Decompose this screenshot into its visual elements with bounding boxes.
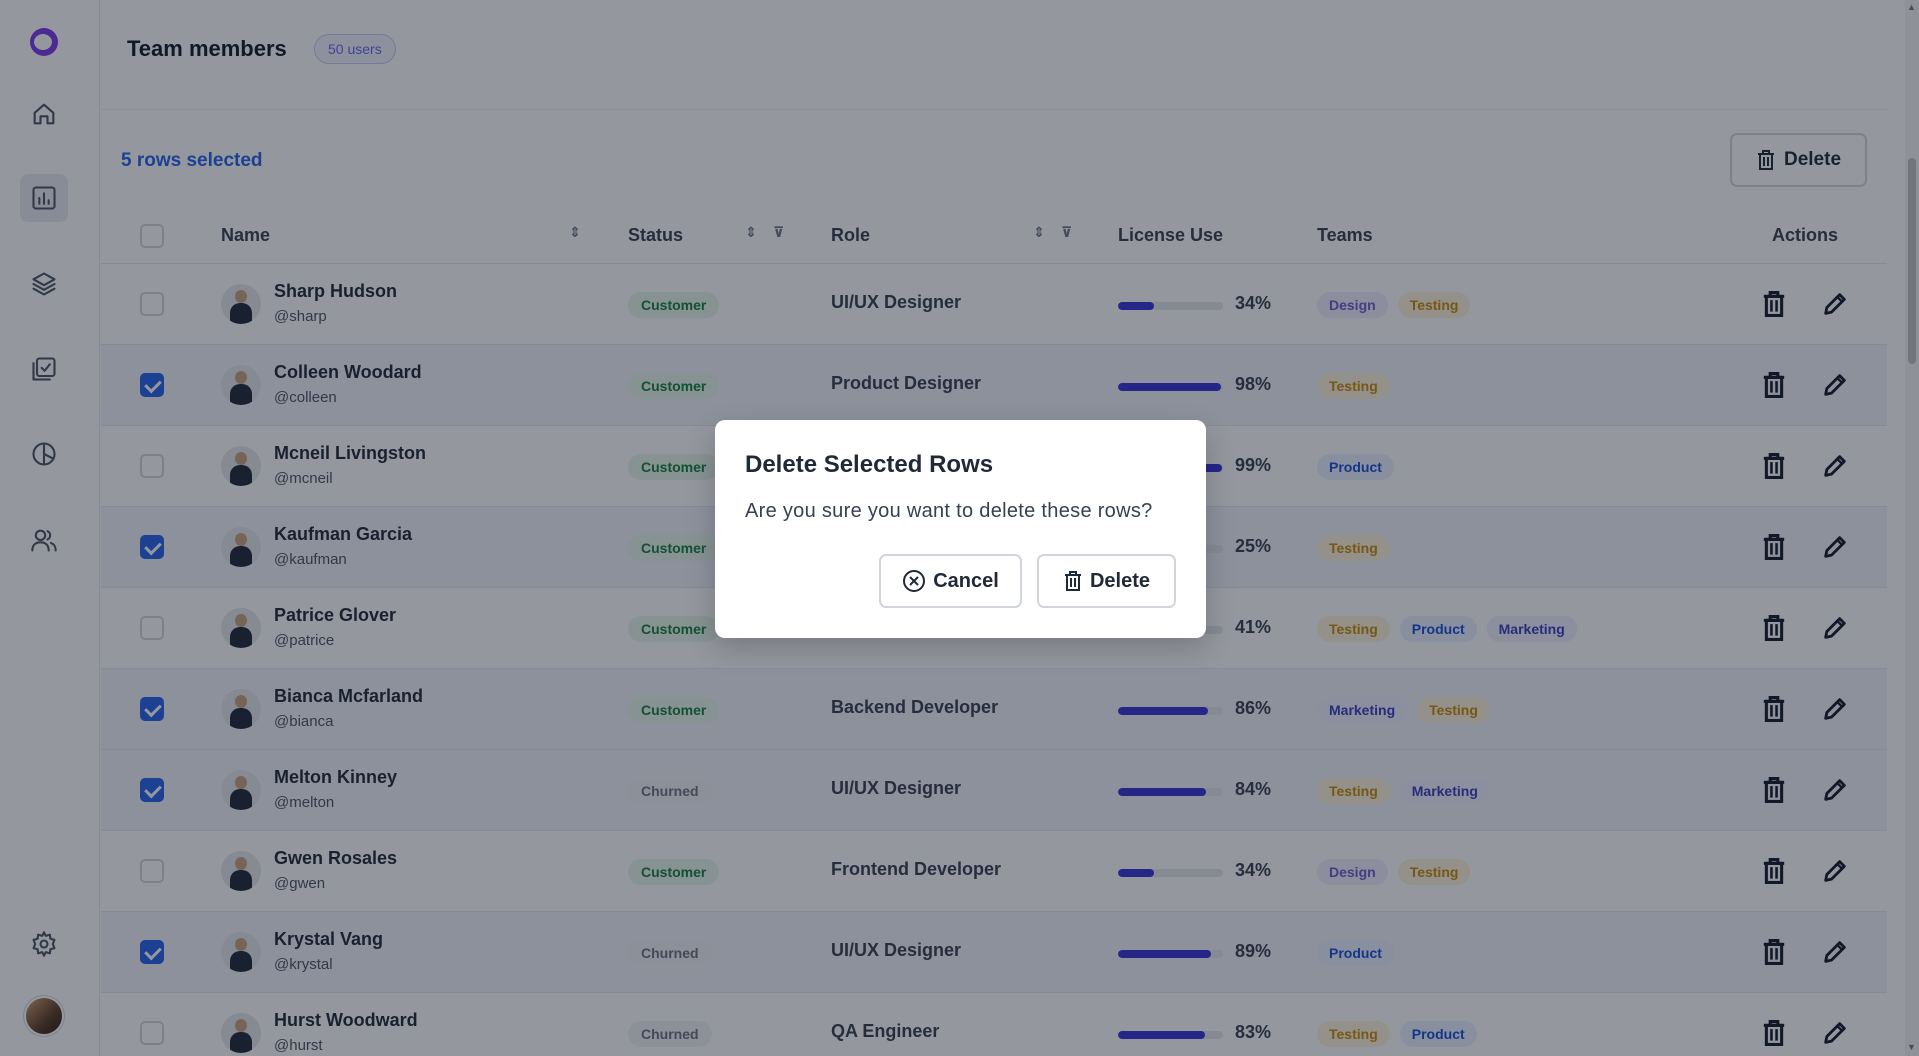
confirm-delete-label: Delete (1089, 569, 1151, 592)
cancel-button[interactable]: Cancel (879, 554, 1022, 608)
cancel-label: Cancel (933, 569, 999, 592)
dialog-title: Delete Selected Rows (745, 451, 994, 478)
close-circle-icon (903, 570, 926, 592)
trash-icon (1064, 571, 1081, 591)
dialog-message: Are you sure you want to delete these ro… (745, 500, 1153, 522)
delete-confirm-dialog: Delete Selected Rows Are you sure you wa… (715, 420, 1206, 638)
confirm-delete-button[interactable]: Delete (1037, 554, 1176, 608)
